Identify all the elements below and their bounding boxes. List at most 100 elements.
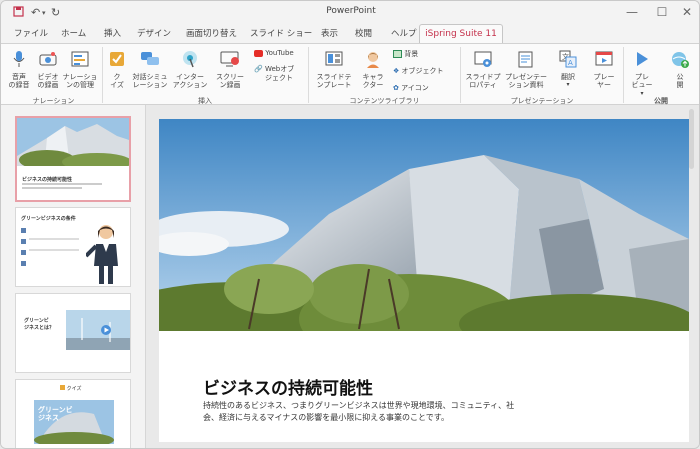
slide-thumbnail-1[interactable]: ビジネスの持続可能性: [15, 116, 131, 202]
publish-button[interactable]: 公 開: [665, 50, 695, 90]
quiz-button[interactable]: ク イズ: [105, 50, 129, 90]
slide-properties-label: スライドプ ロパティ: [465, 72, 501, 90]
slide-thumbnail-2[interactable]: グリーンビジネスの条件: [15, 207, 131, 287]
ribbon-separator: [623, 47, 624, 103]
youtube-label: YouTube: [265, 49, 294, 57]
minimize-button[interactable]: —: [624, 5, 640, 19]
ribbon-tabs: ファイル ホーム 挿入 デザイン 画面切り替え スライド ショー 表示 校閲 ヘ…: [1, 23, 699, 43]
narration-manager-icon: [71, 51, 89, 67]
slide-properties-icon: [474, 51, 492, 67]
slide-properties-button[interactable]: スライドプ ロパティ: [462, 50, 504, 90]
quiz-label: ク イズ: [110, 72, 124, 90]
ribbon-separator: [460, 47, 461, 103]
preview-label: プレ ビュー: [631, 72, 653, 90]
record-audio-label: 音声 の録音: [8, 72, 30, 90]
icons-button[interactable]: ✿ アイコン: [393, 83, 429, 93]
quiz-checkbox-icon: [110, 52, 124, 66]
icons-label: アイコン: [401, 84, 429, 92]
slide-thumbnail-3[interactable]: グリーンビ ジネスとは？: [15, 293, 131, 373]
record-audio-button[interactable]: 音声 の録音: [4, 50, 34, 90]
translate-dropdown-icon: ▾: [566, 81, 570, 88]
translate-button[interactable]: 文A 翻訳 ▾: [553, 50, 583, 90]
translate-label: 翻訳: [561, 72, 575, 81]
background-image-icon: [393, 50, 402, 58]
interaction-label: インター アクション: [172, 72, 208, 90]
interaction-button[interactable]: インター アクション: [171, 50, 209, 90]
close-button[interactable]: ✕: [679, 5, 695, 19]
quiz-check-icon: [60, 385, 65, 390]
web-object-label: Webオブ ジェクト: [264, 65, 295, 82]
ribbon: 音声 の録音 ビデオ の録画 ナレーショ ンの管理 ナレーション ク イズ 対話…: [1, 43, 699, 105]
businesswoman-character-image: [86, 225, 118, 284]
screen-recording-button[interactable]: スクリー ン録画: [211, 50, 249, 90]
slide-thumbnail-4[interactable]: クイズ グリーンビ ジネス: [15, 379, 131, 448]
dialog-bubbles-icon: [141, 52, 159, 65]
objects-icon: ❖: [393, 67, 400, 75]
video-camera-icon: [39, 52, 57, 66]
resources-icon: [518, 51, 533, 68]
tab-help[interactable]: ヘルプ: [391, 27, 417, 39]
slide-title[interactable]: ビジネスの持続可能性: [203, 374, 373, 399]
slide-editor-canvas[interactable]: ビジネスの持続可能性 持続性のあるビジネス、つまりグリーンビジネスは世界や現地環…: [146, 105, 699, 448]
character-button[interactable]: キャラ クター: [356, 50, 390, 90]
thumbnail-4-quiz-label: クイズ: [66, 386, 82, 392]
tab-transitions[interactable]: 画面切り替え: [186, 27, 237, 39]
thumbnail-3-title: グリーンビ ジネスとは？: [24, 318, 55, 331]
manage-narration-button[interactable]: ナレーショ ンの管理: [61, 50, 99, 90]
tab-file[interactable]: ファイル: [14, 27, 48, 39]
current-slide[interactable]: ビジネスの持続可能性 持続性のあるビジネス、つまりグリーンビジネスは世界や現地環…: [159, 119, 689, 442]
objects-label: オブジェクト: [401, 67, 444, 75]
tab-insert[interactable]: 挿入: [104, 27, 121, 39]
tab-review[interactable]: 校閲: [355, 27, 372, 39]
presentation-resources-label: プレゼンテー ション資料: [505, 72, 547, 90]
web-object-button[interactable]: 🔗 Webオブ ジェクト: [254, 65, 294, 83]
tab-design[interactable]: デザイン: [137, 27, 171, 39]
record-video-button[interactable]: ビデオ の録画: [34, 50, 62, 90]
slide-body-text[interactable]: 持続性のあるビジネス、つまりグリーンビジネスは世界や現地環境、コミュニティ、社会…: [203, 400, 523, 424]
dialog-simulation-button[interactable]: 対話シミュ レーション: [129, 50, 171, 90]
thumbnail-2-title: グリーンビジネスの条件: [21, 216, 76, 222]
character-label: キャラ クター: [362, 72, 384, 90]
presentation-resources-button[interactable]: プレゼンテー ション資料: [504, 50, 548, 90]
svg-text:A: A: [568, 59, 573, 67]
player-button[interactable]: プレー ヤー: [587, 50, 621, 90]
screen-record-icon: [220, 51, 239, 67]
background-label: 背景: [404, 50, 419, 58]
play-preview-icon: [637, 52, 648, 66]
background-button[interactable]: 背景: [393, 49, 418, 59]
translate-icon: 文A: [559, 50, 577, 68]
publish-globe-icon: [672, 52, 689, 68]
thumbnail-building-image: [17, 118, 129, 166]
interaction-icon: [183, 51, 197, 68]
thumbnail-1-title: ビジネスの持続可能性: [22, 177, 73, 183]
thumbnail-2-bullets: [21, 228, 26, 266]
youtube-button[interactable]: YouTube: [254, 49, 294, 57]
slide-template-icon: [325, 51, 343, 66]
objects-button[interactable]: ❖ オブジェクト: [393, 66, 444, 76]
tab-view[interactable]: 表示: [321, 27, 338, 39]
ribbon-separator: [102, 47, 103, 103]
microphone-icon: [13, 51, 25, 67]
thumbnail-2-text-lines: [29, 229, 79, 259]
preview-button[interactable]: プレ ビュー ▾: [627, 50, 657, 98]
thumbnail-4-title: クイズ: [60, 385, 81, 392]
slide-template-button[interactable]: スライドテ ンプレート: [312, 50, 356, 90]
title-bar: ↶ ▾ ↻ PowerPoint — ☐ ✕: [1, 1, 699, 23]
tab-home[interactable]: ホーム: [61, 27, 86, 39]
slide-template-label: スライドテ ンプレート: [316, 72, 352, 90]
icons-icon: ✿: [393, 84, 399, 92]
player-label: プレー ヤー: [593, 72, 615, 90]
record-video-label: ビデオ の録画: [37, 72, 59, 90]
canvas-scrollbar[interactable]: [689, 109, 694, 169]
maximize-button[interactable]: ☐: [654, 5, 670, 19]
concert-hall-photo: [159, 119, 689, 331]
wind-turbines-video-image: [66, 310, 130, 350]
tab-ispring[interactable]: iSpring Suite 11: [419, 24, 503, 44]
tab-slideshow[interactable]: スライド ショー: [250, 27, 312, 39]
player-icon: [595, 51, 613, 66]
powerpoint-window: ↶ ▾ ↻ PowerPoint — ☐ ✕ ファイル ホーム 挿入 デザイン …: [0, 0, 700, 449]
thumbnail-4-overlay-title: グリーンビ ジネス: [38, 406, 73, 422]
thumbnail-1-text-line: [22, 183, 102, 185]
dialog-simulation-label: 対話シミュ レーション: [132, 72, 168, 90]
publish-label: 公 開: [676, 72, 684, 90]
